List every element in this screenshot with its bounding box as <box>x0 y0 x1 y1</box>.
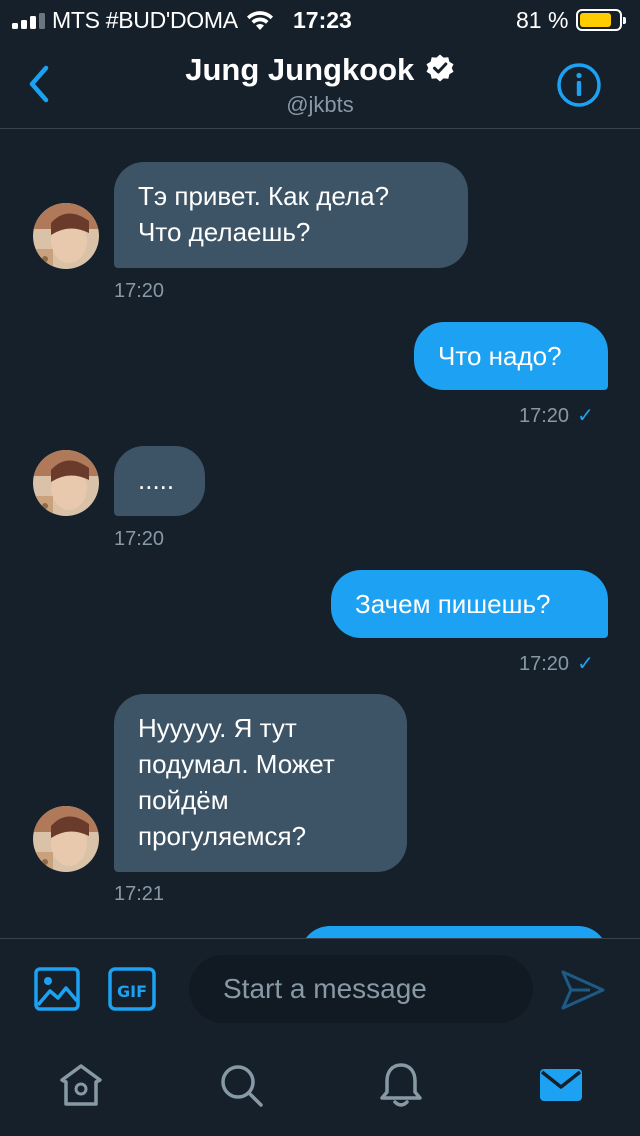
message-thread[interactable]: Тэ привет. Как дела? Что делаешь? 17:20 … <box>0 130 640 938</box>
signal-strength-icon <box>12 13 45 29</box>
status-bar: MTS #BUD'DOMA 17:23 81 % <box>0 0 640 42</box>
message-text-line: Тэ привет. Как дела? <box>138 181 390 211</box>
bottom-tab-bar <box>0 1038 640 1136</box>
incoming-message-bubble[interactable]: ..... <box>114 446 205 516</box>
message-timestamp: 17:20 <box>519 405 570 427</box>
image-icon[interactable] <box>34 967 80 1011</box>
incoming-message-bubble[interactable]: Тэ привет. Как дела? Что делаешь? <box>114 162 468 268</box>
gif-button[interactable]: GIF <box>108 967 156 1011</box>
message-text-line: Зачем пишешь? <box>355 589 551 619</box>
message-text-line: Нууууу. Я тут <box>138 713 297 743</box>
gif-label: GIF <box>117 982 147 1001</box>
message-timestamp: 17:20 <box>519 653 570 675</box>
search-icon[interactable] <box>216 1060 266 1110</box>
message-composer: GIF <box>0 938 640 1038</box>
outgoing-message-bubble[interactable]: Что надо? <box>414 322 608 390</box>
gif-icon: GIF <box>108 967 156 1011</box>
outgoing-message-bubble[interactable]: Зачем пишешь? <box>331 570 608 638</box>
read-checkmark-icon: ✓ <box>577 653 594 675</box>
contact-avatar[interactable] <box>33 450 99 516</box>
notifications-icon[interactable] <box>376 1060 426 1110</box>
conversation-header: Jung Jungkook @jkbts <box>0 42 640 129</box>
contact-avatar[interactable] <box>33 806 99 872</box>
message-status: 17:20 ✓ <box>519 403 594 428</box>
battery-level-fill <box>580 13 611 27</box>
header-title-block: Jung Jungkook @jkbts <box>0 52 640 118</box>
message-input[interactable] <box>189 955 533 1023</box>
verified-badge-icon <box>426 54 454 82</box>
info-button[interactable] <box>556 62 602 108</box>
read-checkmark-icon: ✓ <box>577 405 594 427</box>
carrier-name: MTS #BUD'DOMA <box>52 7 238 33</box>
messages-icon[interactable] <box>536 1060 586 1110</box>
message-timestamp: 17:20 <box>114 280 165 302</box>
battery-icon <box>576 9 626 31</box>
incoming-message-bubble[interactable]: Нууууу. Я тут подумал. Может пойдём прог… <box>114 694 407 872</box>
message-text-line: ..... <box>138 465 175 495</box>
contact-name: Jung Jungkook <box>185 52 415 87</box>
contact-avatar[interactable] <box>33 203 99 269</box>
outgoing-message-bubble-partial[interactable] <box>300 926 608 938</box>
message-text-line: Что делаешь? <box>138 217 311 247</box>
message-text-line: прогуляемся? <box>138 821 307 851</box>
status-time: 17:23 <box>293 7 352 33</box>
message-status: 17:20 ✓ <box>519 651 594 676</box>
wifi-icon <box>247 11 273 30</box>
message-text-line: Что надо? <box>438 341 562 371</box>
message-timestamp: 17:20 <box>114 528 165 550</box>
message-timestamp: 17:21 <box>114 883 165 905</box>
contact-handle: @jkbts <box>286 92 354 117</box>
message-text-line: подумал. Может <box>138 749 335 779</box>
battery-percent: 81 % <box>516 7 569 33</box>
send-icon[interactable] <box>560 969 606 1011</box>
home-icon[interactable] <box>56 1060 106 1110</box>
message-text-line: пойдём <box>138 785 229 815</box>
